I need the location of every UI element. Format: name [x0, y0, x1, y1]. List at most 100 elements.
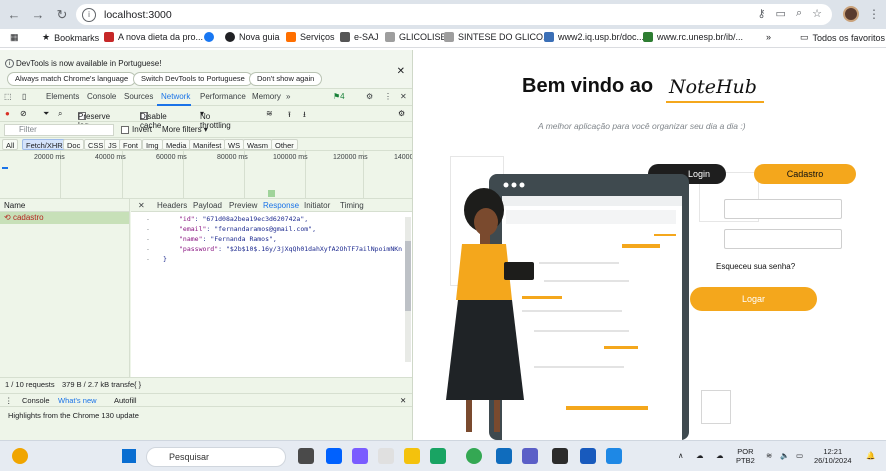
battery-icon[interactable]: ▭	[796, 451, 803, 460]
braces-icon[interactable]: { }	[134, 380, 141, 389]
tab-initiator[interactable]: Initiator	[304, 201, 330, 210]
search-icon[interactable]: ⌕	[58, 109, 62, 119]
bookmark-iq-usp[interactable]: www2.iq.usp.br/doc...	[544, 32, 644, 42]
task-view-icon[interactable]	[298, 448, 314, 464]
tab-response[interactable]: Response	[263, 201, 299, 210]
profile-avatar[interactable]	[843, 6, 859, 22]
tab-memory[interactable]: Memory	[252, 92, 281, 101]
filter-funnel-icon[interactable]: ⏷	[43, 109, 49, 119]
type-img[interactable]: Img	[142, 139, 163, 150]
type-manifest[interactable]: Manifest	[189, 139, 226, 150]
cloud-icon[interactable]: ☁	[716, 451, 724, 460]
word-icon[interactable]	[580, 448, 596, 464]
notifications-icon[interactable]: 🔔	[866, 451, 875, 460]
password-key-icon[interactable]: ⚷	[757, 7, 765, 20]
tab-autofill[interactable]: Autofill	[114, 396, 137, 405]
more-tabs-icon[interactable]: »	[286, 92, 290, 101]
language-indicator[interactable]: POR PTB2	[736, 447, 755, 465]
teams-icon[interactable]	[522, 448, 538, 464]
settings-gear-icon[interactable]: ⚙	[366, 92, 373, 101]
device-toggle-icon[interactable]: ▯	[22, 92, 26, 101]
wifi-icon[interactable]: ≋	[766, 451, 772, 460]
all-favorites-folder[interactable]: ▭ Todos os favoritos	[800, 32, 885, 43]
cast-icon[interactable]: ▭	[776, 7, 786, 20]
volume-icon[interactable]: 🔈	[780, 451, 789, 460]
tab-console-drawer[interactable]: Console	[22, 396, 50, 405]
app-icon[interactable]	[378, 448, 394, 464]
clear-icon[interactable]: ⊘	[20, 109, 27, 118]
more-bookmarks-icon[interactable]: »	[766, 32, 771, 42]
weather-icon[interactable]	[12, 448, 28, 464]
name-column-header[interactable]: Name	[0, 199, 129, 212]
type-fetch-xhr[interactable]: Fetch/XHR	[22, 139, 67, 150]
tab-headers[interactable]: Headers	[157, 201, 187, 210]
close-devtools-icon[interactable]: ✕	[400, 92, 407, 101]
clock[interactable]: 12:21 26/10/2024	[814, 447, 852, 465]
bookmark-sintese[interactable]: SINTESE DO GLICO...	[444, 32, 551, 42]
copilot-icon[interactable]	[352, 448, 368, 464]
bookmark-dieta[interactable]: A nova dieta da pro...	[104, 32, 203, 42]
close-detail-icon[interactable]: ✕	[138, 201, 145, 210]
tab-sources[interactable]: Sources	[124, 92, 153, 101]
scrollbar-thumb[interactable]	[405, 241, 411, 311]
issues-badge[interactable]: ⚑4	[333, 92, 345, 101]
edge-icon[interactable]	[430, 448, 446, 464]
wifi-icon[interactable]: ≋	[266, 109, 273, 118]
notepad-icon[interactable]	[552, 448, 568, 464]
filter-input[interactable]: Filter	[4, 124, 114, 136]
download-icon[interactable]: ⭳	[303, 109, 306, 123]
type-wasm[interactable]: Wasm	[243, 139, 272, 150]
menu-icon[interactable]: ⋮	[868, 7, 880, 21]
zoom-icon[interactable]: ⌕	[796, 7, 802, 20]
start-icon[interactable]	[122, 449, 136, 463]
bookmark-nova-guia[interactable]: Nova guia	[225, 32, 280, 42]
dont-show-again-button[interactable]: Don't show again	[249, 72, 323, 86]
tab-performance[interactable]: Performance	[200, 92, 246, 101]
type-all[interactable]: All	[2, 139, 19, 150]
vertical-scrollbar[interactable]	[405, 217, 411, 362]
apps-grid-icon[interactable]: ▦	[10, 32, 19, 43]
upload-icon[interactable]: ⭱	[288, 109, 291, 123]
tab-timing[interactable]: Timing	[340, 201, 364, 210]
forgot-password-link[interactable]: Esqueceu sua senha?	[716, 262, 795, 271]
type-doc[interactable]: Doc	[63, 139, 85, 150]
password-field[interactable]	[724, 229, 842, 249]
type-other[interactable]: Other	[271, 139, 298, 150]
bookmark-bookmarks[interactable]: ★ Bookmarks	[42, 32, 99, 43]
inspect-icon[interactable]: ⬚	[4, 92, 12, 101]
reload-icon[interactable]: ↻	[52, 5, 72, 25]
tab-console[interactable]: Console	[87, 92, 116, 101]
network-timeline[interactable]: 20000 ms 40000 ms 60000 ms 80000 ms 1000…	[0, 151, 412, 199]
tab-whats-new[interactable]: What's new	[58, 396, 97, 405]
login-submit-button[interactable]: Logar	[690, 287, 817, 311]
more-filters-dropdown[interactable]: More filters ▾	[162, 125, 208, 134]
back-icon[interactable]: ←	[4, 5, 24, 25]
email-field[interactable]	[724, 199, 842, 219]
tray-chevron-icon[interactable]: ∧	[678, 451, 684, 460]
bookmark-glicolise[interactable]: GLICOLISE	[385, 32, 447, 42]
taskbar-search[interactable]: Pesquisar	[146, 447, 286, 467]
site-info-icon[interactable]: i	[82, 7, 96, 22]
dropbox-icon[interactable]	[326, 448, 342, 464]
request-row[interactable]: ⟲ cadastro	[0, 212, 129, 224]
outlook-icon[interactable]	[496, 448, 512, 464]
tab-preview[interactable]: Preview	[229, 201, 257, 210]
record-icon[interactable]: ●	[5, 109, 10, 118]
tab-network[interactable]: Network	[161, 92, 190, 101]
bookmark-servicos[interactable]: Serviços	[286, 32, 335, 42]
match-language-button[interactable]: Always match Chrome's language	[7, 72, 137, 86]
close-drawer-icon[interactable]: ✕	[400, 396, 406, 405]
tab-payload[interactable]: Payload	[193, 201, 222, 210]
onedrive-icon[interactable]: ☁	[696, 451, 704, 460]
kebab-menu-icon[interactable]: ⋮	[384, 92, 392, 101]
bookmark-facebook[interactable]	[204, 32, 214, 42]
bookmark-unesp[interactable]: www.rc.unesp.br/ib/...	[643, 32, 743, 42]
switch-portuguese-button[interactable]: Switch DevTools to Portuguese	[133, 72, 253, 86]
chrome-icon[interactable]	[466, 448, 482, 464]
address-bar[interactable]: i localhost:3000 ⚷ ▭ ⌕ ☆	[76, 4, 832, 25]
file-explorer-icon[interactable]	[404, 448, 420, 464]
bookmark-esaj[interactable]: e-SAJ	[340, 32, 379, 42]
forward-icon[interactable]: →	[28, 5, 48, 25]
cadastro-tab-button[interactable]: Cadastro	[754, 164, 856, 184]
vscode-icon[interactable]	[606, 448, 622, 464]
